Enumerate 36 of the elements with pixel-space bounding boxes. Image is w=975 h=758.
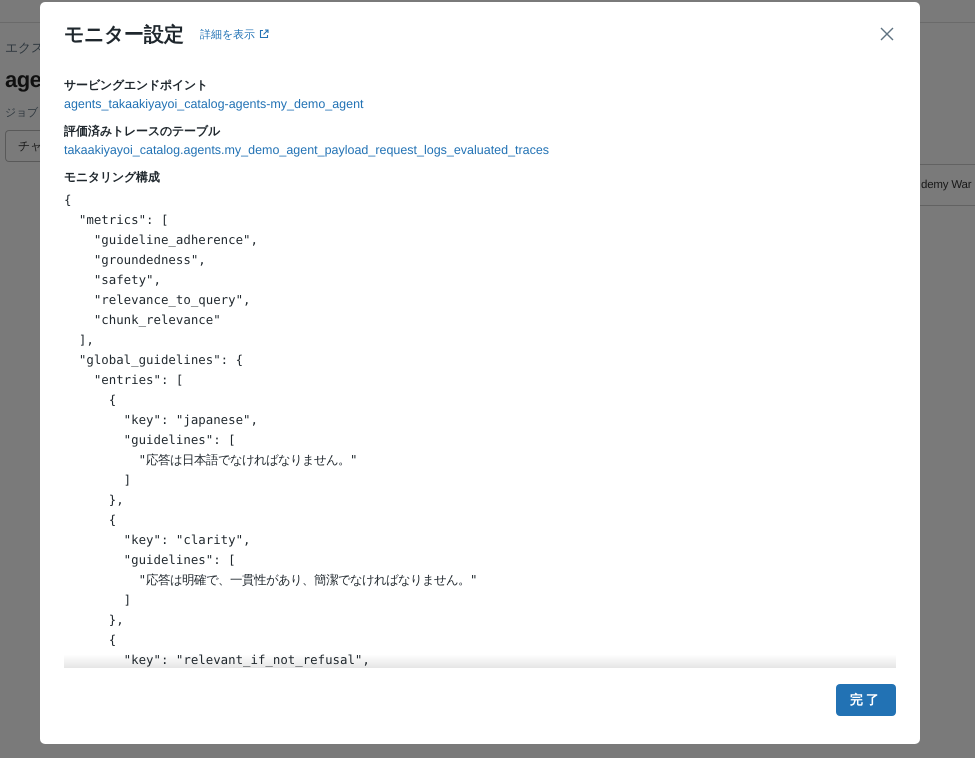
code-line: { — [108, 391, 118, 409]
page-title: age — [5, 67, 42, 93]
code-line: "relevance_to_query", — [92, 291, 252, 309]
code-line: "global_guidelines": { — [78, 351, 244, 369]
field-link[interactable]: takaakiyayoi_catalog.agents.my_demo_agent_payload_request_logs_evaluated_traces — [64, 140, 896, 160]
code-line: { — [108, 511, 118, 529]
external-link-icon — [259, 29, 269, 39]
code-line: ] — [122, 591, 132, 609]
code-line: "key": "clarity", — [122, 531, 252, 549]
code-line: "entries": [ — [92, 371, 184, 389]
field-label: サービングエンドポイント — [64, 77, 209, 94]
code-line: "guideline_adherence", — [92, 231, 259, 249]
code-line: }, — [108, 491, 125, 509]
code-line: ], — [78, 331, 95, 349]
field-label: 評価済みトレースのテーブル — [64, 123, 222, 140]
code-line: "chunk_relevance" — [92, 311, 222, 329]
code-line: "応答は明確で、一貫性があり、簡潔でなければなりません。" — [138, 571, 479, 589]
field-link[interactable]: agents_takaakiyayoi_catalog-agents-my_demo_agent — [64, 94, 896, 114]
dialog-title: モニター設定 — [64, 22, 184, 48]
code-line: ] — [122, 471, 132, 489]
code-line: { — [64, 191, 72, 209]
code-line: "guidelines": [ — [122, 431, 237, 449]
code-line: { — [108, 631, 118, 649]
code-line: "guidelines": [ — [122, 551, 237, 569]
close-button[interactable] — [878, 25, 896, 43]
code-line: }, — [108, 611, 125, 629]
section-label: ジョブ — [5, 106, 38, 120]
config-label: モニタリング構成 — [64, 169, 161, 186]
code-line: "key": "japanese", — [122, 411, 259, 429]
code-line: "key": "relevant_if_not_refusal", — [122, 651, 371, 668]
code-line: "safety", — [92, 271, 162, 289]
details-link[interactable]: 詳細を表示 — [200, 26, 269, 42]
code-line: "metrics": [ — [78, 211, 170, 229]
code-line: "groundedness", — [92, 251, 207, 269]
done-button[interactable]: 完了 — [836, 684, 896, 716]
code-line: "応答は日本語でなければなりません。" — [138, 451, 359, 469]
